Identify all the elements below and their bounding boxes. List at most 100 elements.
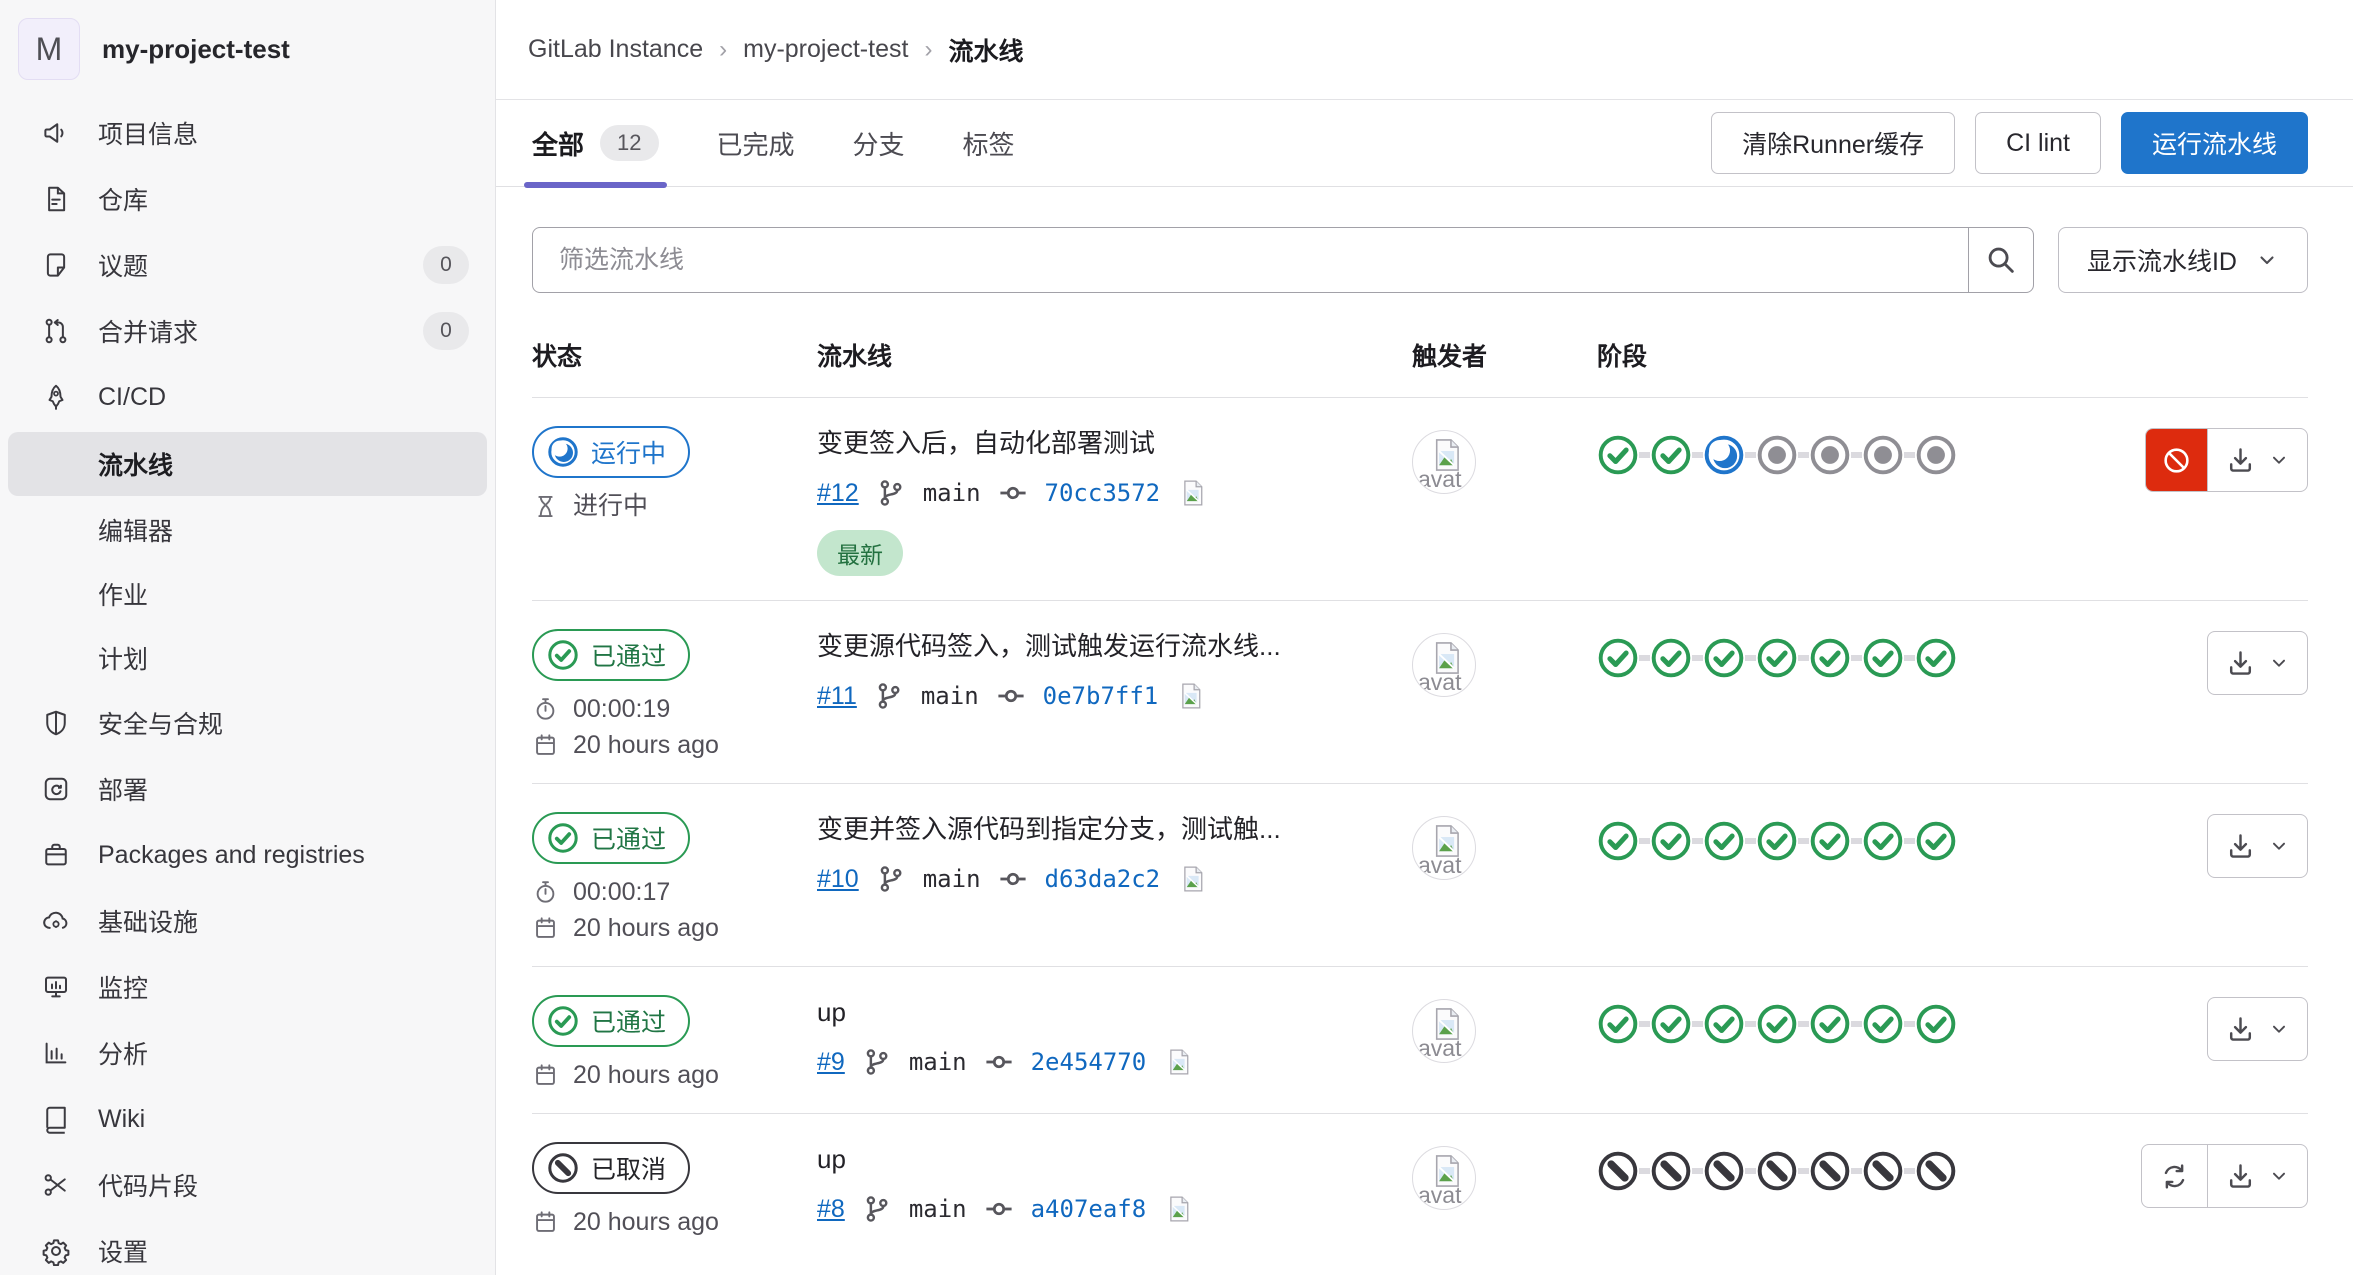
stage-icon-success[interactable] <box>1756 1003 1798 1045</box>
trigger-avatar[interactable]: avat <box>1412 1146 1476 1210</box>
branch-link[interactable]: main <box>923 479 981 507</box>
status-badge-passed[interactable]: 已通过 <box>532 812 691 864</box>
project-avatar[interactable]: M <box>18 18 80 80</box>
sidebar-item-deployments[interactable]: 部署 <box>0 756 495 822</box>
sidebar-item-infrastructure[interactable]: 基础设施 <box>0 888 495 954</box>
sidebar-item-packages[interactable]: Packages and registries <box>0 822 495 888</box>
sidebar-subitem-jobs[interactable]: 作业 <box>0 562 495 626</box>
run-pipeline-button[interactable]: 运行流水线 <box>2120 112 2308 174</box>
sidebar-subitem-schedules[interactable]: 计划 <box>0 626 495 690</box>
stage-icon-success[interactable] <box>1703 820 1745 862</box>
stage-icon-success[interactable] <box>1597 820 1639 862</box>
sidebar-item-security[interactable]: 安全与合规 <box>0 690 495 756</box>
stage-icon-success[interactable] <box>1597 1003 1639 1045</box>
pipeline-id-link[interactable]: #11 <box>817 682 857 711</box>
trigger-avatar[interactable]: avat <box>1412 816 1476 880</box>
stage-icon-success[interactable] <box>1650 820 1692 862</box>
stage-icon-canceled[interactable] <box>1809 1150 1851 1192</box>
stage-icon-success[interactable] <box>1650 434 1692 476</box>
commit-sha-link[interactable]: 0e7b7ff1 <box>1043 682 1159 710</box>
pipeline-id-link[interactable]: #8 <box>817 1195 845 1224</box>
stage-icon-canceled[interactable] <box>1756 1150 1798 1192</box>
pipeline-id-link[interactable]: #12 <box>817 479 859 508</box>
stage-icon-created[interactable] <box>1809 434 1851 476</box>
status-badge-canceled[interactable]: 已取消 <box>532 1142 691 1194</box>
stage-icon-canceled[interactable] <box>1597 1150 1639 1192</box>
breadcrumb-gitlab-instance[interactable]: GitLab Instance <box>528 35 703 64</box>
stage-icon-created[interactable] <box>1915 434 1957 476</box>
commit-sha-link[interactable]: d63da2c2 <box>1045 865 1161 893</box>
copy-commit-sha-button[interactable] <box>1164 1192 1194 1226</box>
stage-icon-canceled[interactable] <box>1650 1150 1692 1192</box>
show-pipeline-id-dropdown[interactable]: 显示流水线ID <box>2057 227 2308 293</box>
stage-icon-success[interactable] <box>1809 820 1851 862</box>
retry-pipeline-button[interactable] <box>2142 1145 2207 1207</box>
breadcrumb-project[interactable]: my-project-test <box>743 35 908 64</box>
stage-icon-running[interactable] <box>1703 434 1745 476</box>
sidebar-item-wiki[interactable]: Wiki <box>0 1086 495 1152</box>
sidebar-item-repository[interactable]: 仓库 <box>0 166 495 232</box>
stage-icon-success[interactable] <box>1650 1003 1692 1045</box>
sidebar-subitem-editor[interactable]: 编辑器 <box>0 498 495 562</box>
stage-icon-canceled[interactable] <box>1862 1150 1904 1192</box>
commit-sha-link[interactable]: 70cc3572 <box>1045 479 1161 507</box>
copy-commit-sha-button[interactable] <box>1178 862 1208 896</box>
branch-link[interactable]: main <box>923 865 981 893</box>
pipeline-id-link[interactable]: #10 <box>817 865 859 894</box>
stage-icon-success[interactable] <box>1862 820 1904 862</box>
search-button[interactable] <box>1967 228 2033 292</box>
stage-icon-created[interactable] <box>1862 434 1904 476</box>
stage-icon-canceled[interactable] <box>1915 1150 1957 1192</box>
sidebar-item-monitor[interactable]: 监控 <box>0 954 495 1020</box>
sidebar-item-settings[interactable]: 设置 <box>0 1218 495 1275</box>
ci-lint-button[interactable]: CI lint <box>1975 112 2101 174</box>
stage-icon-success[interactable] <box>1915 820 1957 862</box>
stage-icon-success[interactable] <box>1915 637 1957 679</box>
download-artifacts-button[interactable] <box>2208 815 2307 877</box>
sidebar-item-cicd[interactable]: CI/CD <box>0 364 495 430</box>
sidebar-item-analytics[interactable]: 分析 <box>0 1020 495 1086</box>
branch-link[interactable]: main <box>909 1048 967 1076</box>
pipeline-id-link[interactable]: #9 <box>817 1048 845 1077</box>
copy-commit-sha-button[interactable] <box>1176 679 1206 713</box>
download-artifacts-button[interactable] <box>2208 632 2307 694</box>
sidebar-item-merge-requests[interactable]: 合并请求 0 <box>0 298 495 364</box>
stage-icon-success[interactable] <box>1809 1003 1851 1045</box>
tab-branches[interactable]: 分支 <box>853 100 905 186</box>
stage-icon-success[interactable] <box>1756 820 1798 862</box>
branch-link[interactable]: main <box>909 1195 967 1223</box>
clear-runner-cache-button[interactable]: 清除Runner缓存 <box>1711 112 1956 174</box>
tab-finished[interactable]: 已完成 <box>717 100 795 186</box>
status-badge-passed[interactable]: 已通过 <box>532 629 691 681</box>
trigger-avatar[interactable]: avat <box>1412 999 1476 1063</box>
status-badge-running[interactable]: 运行中 <box>532 426 691 478</box>
sidebar-subitem-pipelines[interactable]: 流水线 <box>8 432 487 496</box>
stage-icon-canceled[interactable] <box>1703 1150 1745 1192</box>
copy-commit-sha-button[interactable] <box>1178 476 1208 510</box>
download-artifacts-button[interactable] <box>2207 429 2307 491</box>
stage-icon-success[interactable] <box>1597 434 1639 476</box>
branch-link[interactable]: main <box>921 682 979 710</box>
sidebar-item-snippets[interactable]: 代码片段 <box>0 1152 495 1218</box>
stage-icon-success[interactable] <box>1597 637 1639 679</box>
cancel-pipeline-button[interactable] <box>2146 429 2207 491</box>
pipeline-filter-input[interactable] <box>533 228 1968 292</box>
stage-icon-success[interactable] <box>1862 1003 1904 1045</box>
commit-sha-link[interactable]: a407eaf8 <box>1031 1195 1147 1223</box>
status-badge-passed[interactable]: 已通过 <box>532 995 691 1047</box>
stage-icon-success[interactable] <box>1862 637 1904 679</box>
copy-commit-sha-button[interactable] <box>1164 1045 1194 1079</box>
stage-icon-created[interactable] <box>1756 434 1798 476</box>
download-artifacts-button[interactable] <box>2207 1145 2307 1207</box>
trigger-avatar[interactable]: avat <box>1412 430 1476 494</box>
stage-icon-success[interactable] <box>1650 637 1692 679</box>
stage-icon-success[interactable] <box>1703 1003 1745 1045</box>
sidebar-item-project-info[interactable]: 项目信息 <box>0 100 495 166</box>
stage-icon-success[interactable] <box>1756 637 1798 679</box>
stage-icon-success[interactable] <box>1703 637 1745 679</box>
commit-sha-link[interactable]: 2e454770 <box>1031 1048 1147 1076</box>
trigger-avatar[interactable]: avat <box>1412 633 1476 697</box>
tab-all[interactable]: 全部 12 <box>524 100 666 188</box>
stage-icon-success[interactable] <box>1809 637 1851 679</box>
stage-icon-success[interactable] <box>1915 1003 1957 1045</box>
